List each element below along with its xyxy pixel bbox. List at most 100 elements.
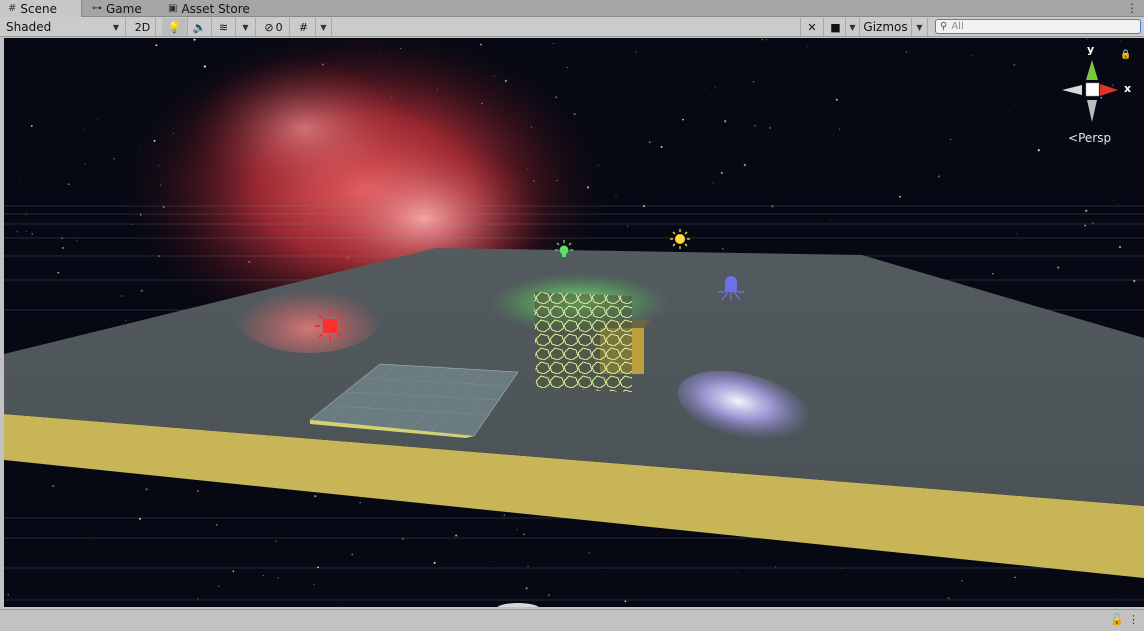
- effects-icon: ≋: [218, 20, 229, 34]
- menu-icon[interactable]: ⋮: [1128, 613, 1139, 626]
- camera-dropdown[interactable]: ▼: [846, 18, 860, 36]
- star: [1085, 209, 1088, 212]
- camera-icon: ■: [830, 20, 841, 34]
- star: [480, 43, 482, 46]
- star: [615, 196, 617, 198]
- star: [339, 605, 341, 607]
- star: [769, 127, 771, 129]
- camera-button[interactable]: ■: [826, 18, 846, 36]
- tab-scene-label: Scene: [20, 1, 57, 16]
- speaker-icon: 🔈: [192, 20, 207, 34]
- shading-mode-dropdown[interactable]: Shaded ▼: [0, 18, 126, 36]
- star: [754, 124, 757, 127]
- lighting-toggle[interactable]: 💡: [162, 18, 188, 36]
- tab-asset-store-label: Asset Store: [181, 1, 250, 16]
- chevron-down-icon: ▼: [242, 22, 249, 32]
- star: [76, 239, 78, 241]
- star: [709, 94, 711, 95]
- star: [714, 86, 717, 88]
- search-input[interactable]: ⚲ All: [935, 19, 1141, 34]
- effects-dropdown[interactable]: ▼: [236, 18, 256, 36]
- grid-toggle[interactable]: #: [292, 18, 316, 36]
- star: [972, 55, 973, 57]
- star: [547, 594, 550, 597]
- star: [566, 67, 568, 69]
- star: [749, 42, 751, 43]
- star: [96, 119, 98, 121]
- chevron-down-icon: ▼: [916, 22, 923, 32]
- star: [752, 80, 755, 83]
- bag-icon: ▣: [168, 3, 178, 14]
- star: [503, 514, 506, 516]
- 2d-label: 2D: [134, 20, 151, 34]
- red-light-gizmo-icon[interactable]: [315, 311, 345, 341]
- star: [232, 570, 235, 573]
- star: [838, 128, 840, 130]
- 2d-toggle-button[interactable]: 2D: [130, 18, 156, 36]
- star: [359, 502, 361, 504]
- star: [52, 484, 55, 488]
- star: [218, 585, 220, 587]
- directional-light-gizmo-icon[interactable]: [670, 229, 690, 249]
- star: [145, 488, 148, 491]
- star: [197, 598, 199, 600]
- scene-viewport[interactable]: [4, 38, 1144, 607]
- star: [627, 225, 629, 227]
- star: [806, 45, 808, 47]
- star: [57, 271, 60, 274]
- grid-snap-icon: #: [298, 20, 309, 34]
- tab-scene[interactable]: # Scene: [0, 0, 82, 17]
- grid-dropdown[interactable]: ▼: [316, 18, 332, 36]
- star: [314, 495, 317, 498]
- star: [766, 39, 768, 41]
- effects-toggle[interactable]: ≋: [212, 18, 236, 36]
- star: [775, 566, 777, 568]
- star: [899, 195, 901, 198]
- star: [712, 182, 715, 184]
- star: [516, 528, 518, 531]
- projection-toggle[interactable]: <Persp: [1068, 131, 1111, 145]
- chevron-down-icon: ▼: [320, 22, 327, 32]
- star: [155, 44, 158, 47]
- star: [30, 124, 33, 127]
- shading-mode-label: Shaded: [6, 20, 52, 34]
- star: [262, 574, 264, 577]
- star: [830, 219, 831, 221]
- star: [720, 171, 723, 174]
- star: [904, 115, 906, 117]
- scene-visibility-toggle[interactable]: ⊘ 0: [258, 18, 290, 36]
- tools-icon: ✕: [807, 20, 817, 34]
- star: [67, 183, 70, 185]
- tools-button[interactable]: ✕: [800, 18, 824, 36]
- star: [624, 600, 627, 603]
- star: [84, 129, 85, 131]
- star: [1057, 266, 1060, 269]
- gizmos-button[interactable]: Gizmos: [860, 18, 912, 36]
- gizmos-dropdown[interactable]: ▼: [912, 18, 928, 36]
- tab-asset-store[interactable]: ▣ Asset Store: [160, 0, 260, 17]
- tab-game-label: Game: [106, 1, 142, 16]
- star: [113, 157, 116, 160]
- scene-toolbar: Shaded ▼ 2D 💡 🔈 ≋ ▼ ⊘ 0 # ▼ ✕ ■ ▼ Gizmos…: [0, 17, 1144, 37]
- star: [743, 163, 747, 167]
- tab-menu-icon[interactable]: ⋮: [1126, 0, 1138, 17]
- gizmos-label: Gizmos: [863, 20, 908, 34]
- grid-icon: #: [8, 3, 17, 14]
- scene-render: [4, 38, 1144, 607]
- audio-toggle[interactable]: 🔈: [188, 18, 212, 36]
- star: [682, 118, 684, 121]
- star: [1007, 111, 1009, 112]
- star: [1114, 138, 1116, 140]
- search-placeholder: All: [951, 21, 964, 32]
- star: [18, 177, 20, 179]
- star: [1013, 63, 1016, 66]
- tab-game[interactable]: ⊶ Game: [84, 0, 160, 17]
- star: [62, 247, 64, 249]
- star: [635, 51, 637, 53]
- star: [648, 141, 651, 144]
- lock-icon[interactable]: 🔓: [1110, 613, 1124, 626]
- star: [120, 295, 123, 297]
- star: [722, 248, 724, 250]
- star: [31, 232, 34, 235]
- star: [1016, 233, 1018, 235]
